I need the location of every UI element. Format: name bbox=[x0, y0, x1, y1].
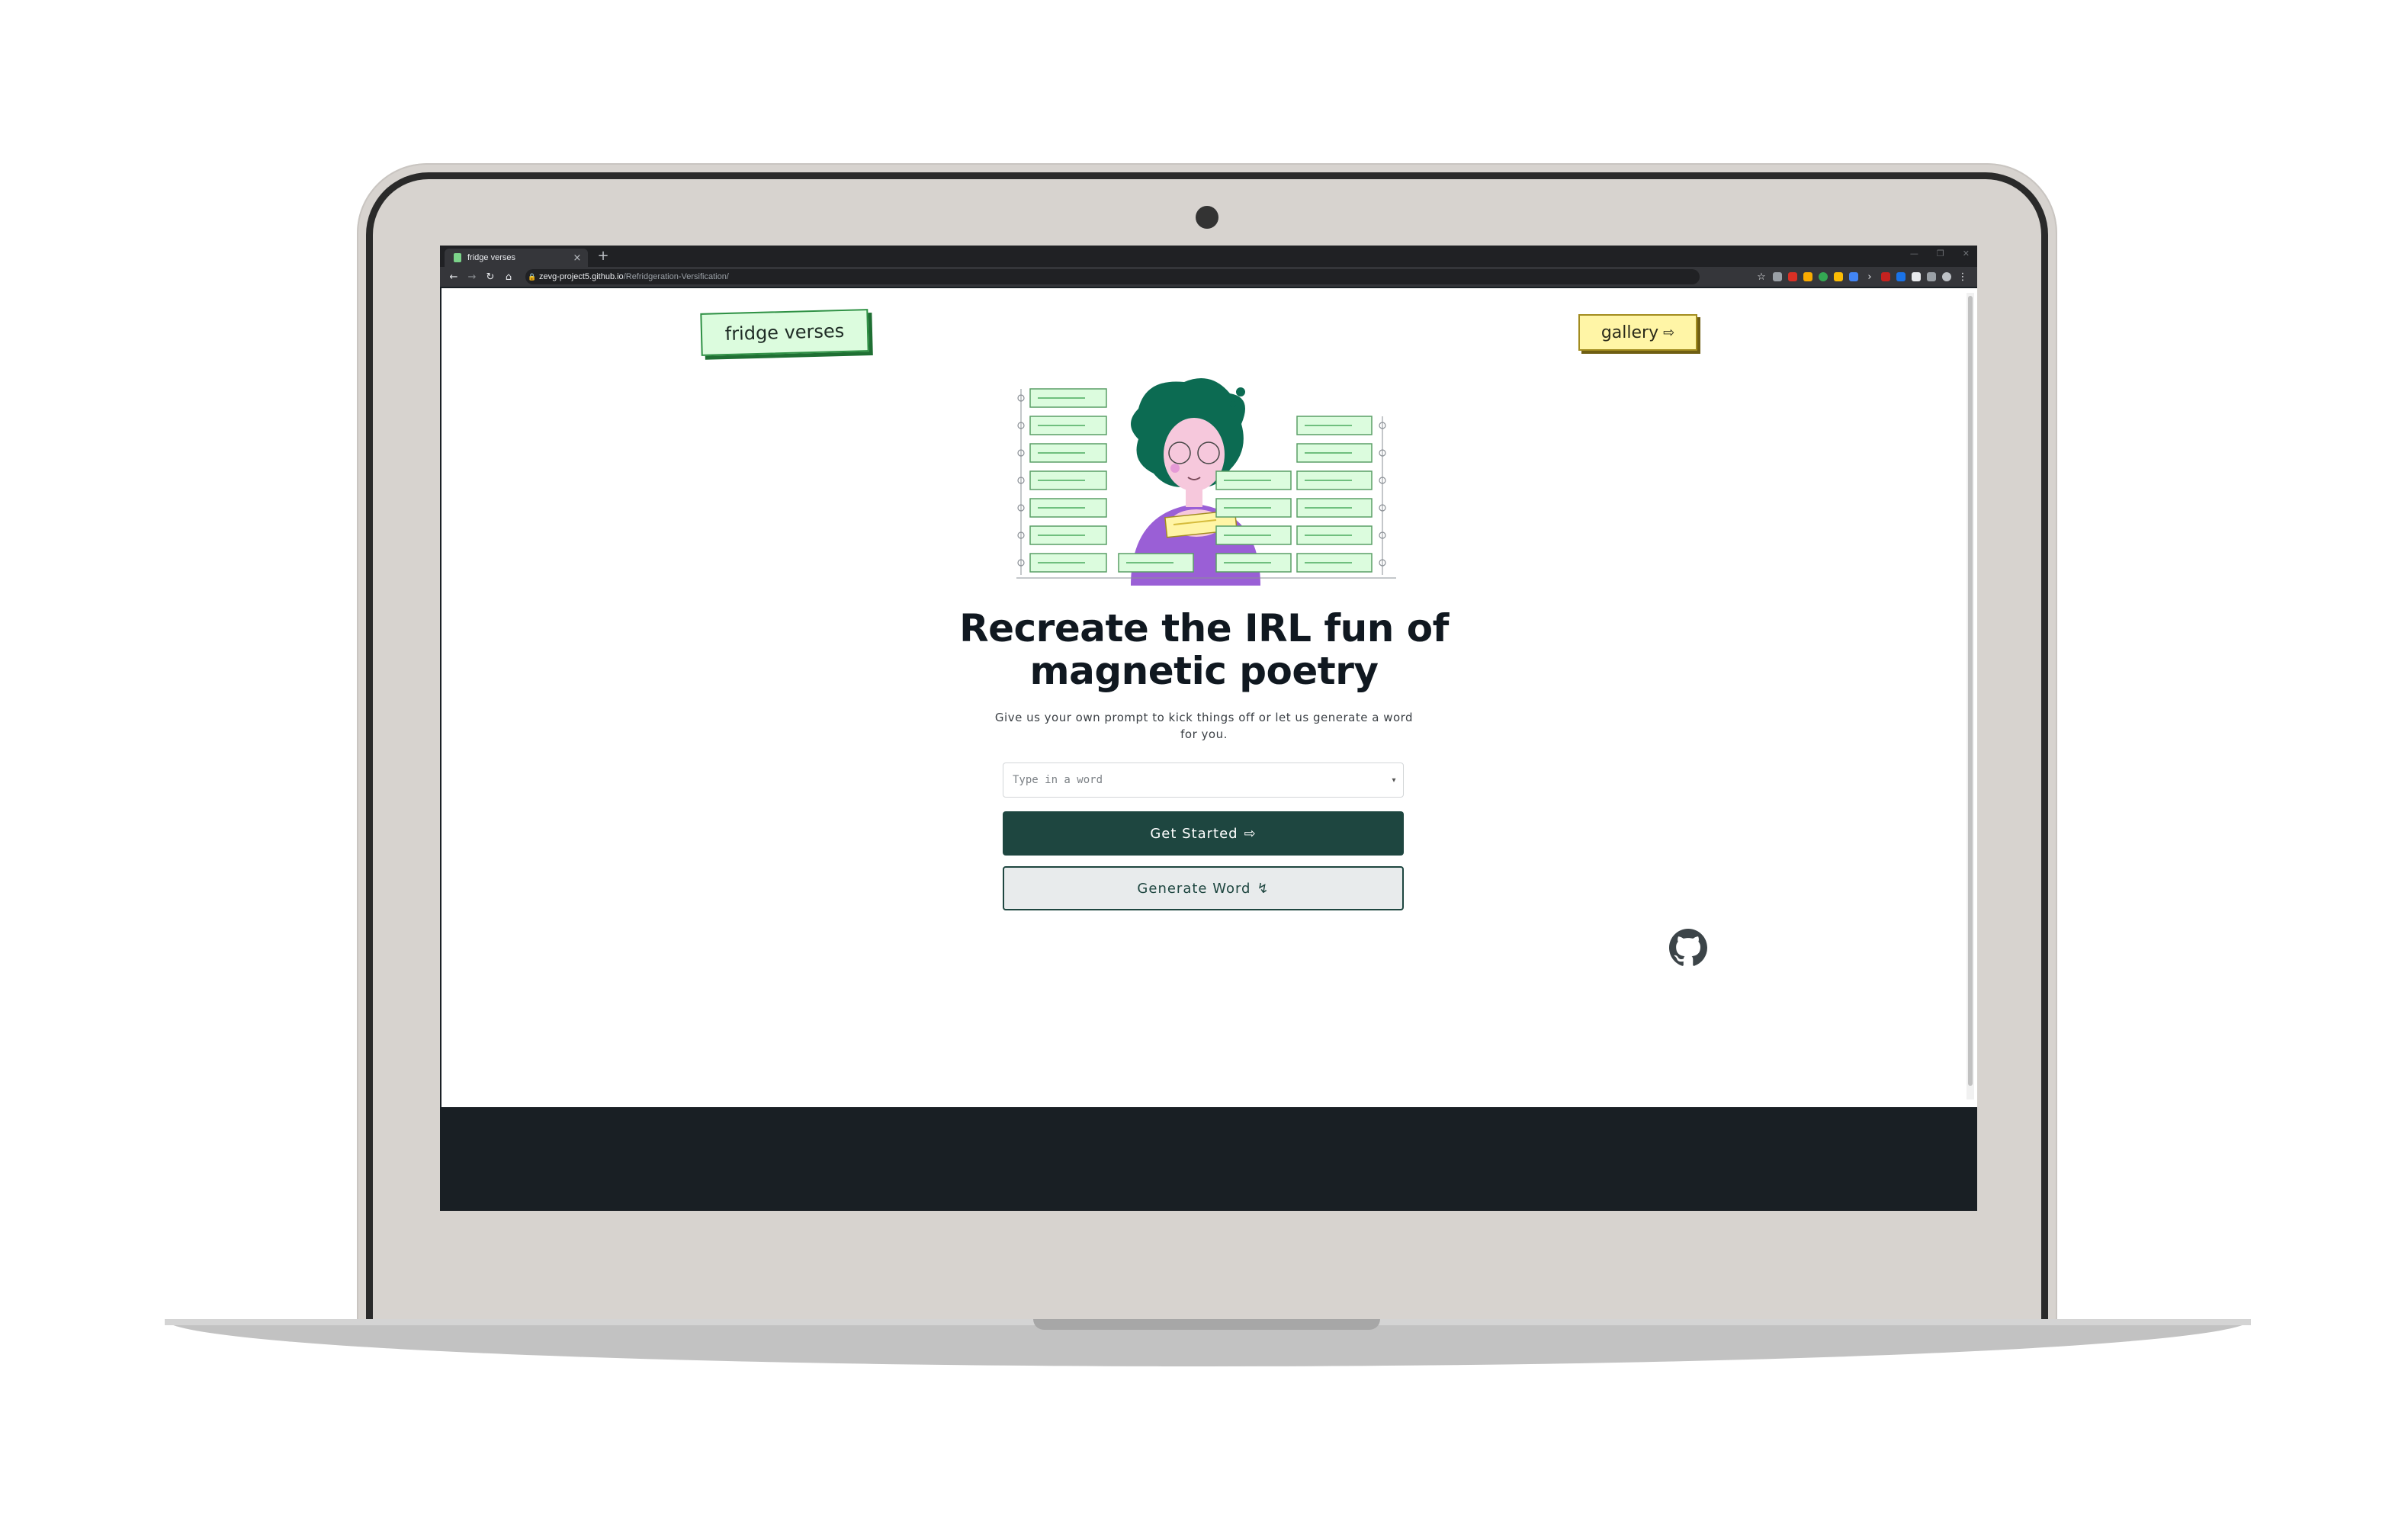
extensions-tray: ☆ › ⋮ bbox=[1756, 271, 1977, 283]
chevron-right-icon[interactable]: › bbox=[1864, 271, 1875, 283]
scrollbar[interactable] bbox=[1967, 293, 1974, 1100]
headline-line-1: Recreate the IRL fun of bbox=[959, 606, 1449, 650]
extension-icon[interactable] bbox=[1927, 272, 1936, 281]
laptop-notch bbox=[1033, 1319, 1380, 1330]
arrow-right-icon: ⇨ bbox=[1244, 825, 1257, 842]
browser-tab[interactable]: fridge verses × bbox=[445, 249, 588, 267]
logo-button[interactable]: fridge verses bbox=[700, 309, 869, 356]
arrow-right-icon: ⇨ bbox=[1663, 324, 1675, 341]
extension-icon[interactable] bbox=[1881, 272, 1890, 281]
gallery-label: gallery bbox=[1601, 323, 1659, 342]
favicon-icon bbox=[454, 253, 461, 262]
page-subtext: Give us your own prompt to kick things o… bbox=[994, 711, 1414, 741]
word-input[interactable] bbox=[1011, 773, 1385, 787]
tab-title: fridge verses bbox=[467, 253, 515, 262]
headline-line-2: magnetic poetry bbox=[1029, 649, 1379, 693]
bookmark-star-icon[interactable]: ☆ bbox=[1756, 271, 1767, 283]
extension-icon[interactable] bbox=[1834, 272, 1843, 281]
logo-label: fridge verses bbox=[724, 319, 845, 345]
scrollbar-thumb[interactable] bbox=[1968, 296, 1973, 1086]
github-icon[interactable] bbox=[1669, 929, 1707, 967]
close-tab-icon[interactable]: × bbox=[571, 252, 583, 264]
address-bar[interactable]: 🔒 zevg-project5.github.io /Refridgeratio… bbox=[525, 269, 1700, 284]
extension-icon[interactable] bbox=[1773, 272, 1782, 281]
new-tab-button[interactable]: + bbox=[596, 249, 611, 264]
generate-word-button[interactable]: Generate Word ↯ bbox=[1003, 866, 1404, 910]
caret-down-icon[interactable]: ▾ bbox=[1385, 776, 1403, 785]
extension-icon[interactable] bbox=[1896, 272, 1906, 281]
extension-icon[interactable] bbox=[1849, 272, 1858, 281]
reload-icon[interactable]: ↻ bbox=[481, 271, 499, 283]
maximize-icon[interactable]: ❐ bbox=[1937, 249, 1944, 258]
page-viewport: fridge verses gallery ⇨ Recreate the IRL… bbox=[441, 288, 1977, 1107]
hero-illustration bbox=[1016, 378, 1396, 586]
close-window-icon[interactable]: ✕ bbox=[1963, 249, 1970, 258]
extension-icon[interactable] bbox=[1788, 272, 1797, 281]
get-started-label: Get Started bbox=[1150, 825, 1238, 842]
extension-icon[interactable] bbox=[1819, 272, 1828, 281]
lock-icon: 🔒 bbox=[528, 272, 537, 281]
extension-icon[interactable] bbox=[1912, 272, 1921, 281]
browser-tabbar: fridge verses × + — ❐ ✕ bbox=[440, 246, 1977, 267]
home-icon[interactable]: ⌂ bbox=[499, 271, 518, 283]
browser-toolbar: ← → ↻ ⌂ 🔒 zevg-project5.github.io /Refri… bbox=[440, 267, 1977, 287]
minimize-icon[interactable]: — bbox=[1910, 249, 1918, 258]
generate-word-label: Generate Word bbox=[1137, 880, 1251, 897]
webcam bbox=[1196, 206, 1218, 229]
window-controls: — ❐ ✕ bbox=[1910, 249, 1970, 258]
word-input-field[interactable]: ▾ bbox=[1003, 762, 1404, 798]
gallery-button[interactable]: gallery ⇨ bbox=[1578, 314, 1697, 351]
laptop-screen: fridge verses × + — ❐ ✕ ← → ↻ ⌂ 🔒 zevg-p… bbox=[440, 246, 1977, 1211]
back-icon[interactable]: ← bbox=[445, 271, 463, 283]
profile-avatar-icon[interactable] bbox=[1942, 272, 1951, 281]
get-started-button[interactable]: Get Started ⇨ bbox=[1003, 811, 1404, 856]
url-path: /Refridgeration-Versification/ bbox=[623, 272, 729, 281]
page-headline: Recreate the IRL fun of magnetic poetry bbox=[838, 607, 1570, 692]
extension-icon[interactable] bbox=[1803, 272, 1812, 281]
url-host: zevg-project5.github.io bbox=[539, 272, 624, 281]
forward-icon[interactable]: → bbox=[463, 271, 481, 283]
lightning-icon: ↯ bbox=[1257, 880, 1270, 897]
menu-kebab-icon[interactable]: ⋮ bbox=[1957, 271, 1968, 283]
